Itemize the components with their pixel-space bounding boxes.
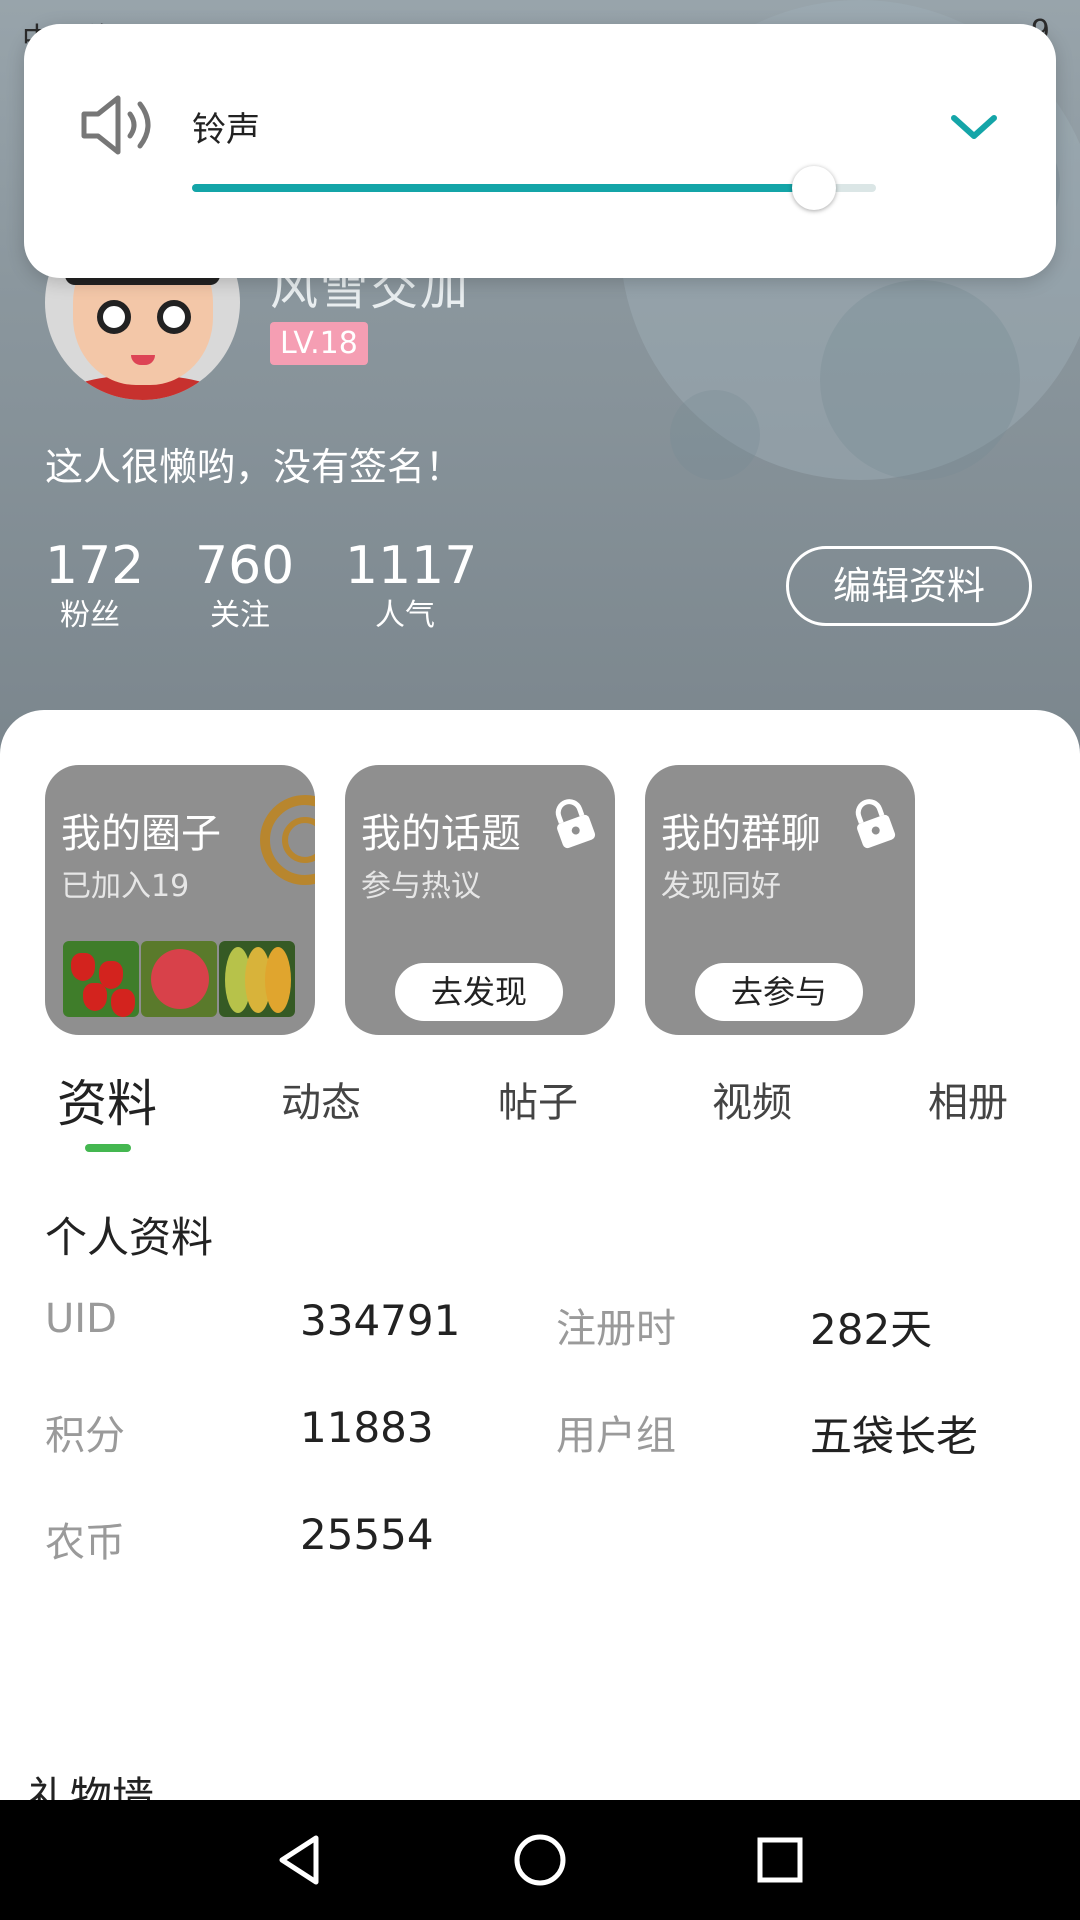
tab-albums[interactable]: 相册 xyxy=(928,1070,1008,1128)
circle-thumbnail-strawberry xyxy=(63,941,139,1017)
field-value-registered: 282天 xyxy=(810,1305,933,1354)
stat-fans-label: 粉丝 xyxy=(60,598,120,633)
volume-slider[interactable] xyxy=(192,166,876,210)
active-tab-indicator xyxy=(85,1144,131,1152)
field-value-user-group: 五袋长老 xyxy=(810,1412,979,1461)
back-icon[interactable] xyxy=(270,1830,330,1890)
tab-videos[interactable]: 视频 xyxy=(712,1070,792,1128)
card-title: 我的话题 xyxy=(361,811,521,857)
volume-panel: 铃声 xyxy=(24,24,1056,278)
card-my-circles[interactable]: 我的圈子 已加入19 xyxy=(45,765,315,1035)
field-label-uid: UID xyxy=(45,1296,117,1342)
chevron-down-icon[interactable] xyxy=(944,102,1004,152)
tab-activity[interactable]: 动态 xyxy=(281,1070,361,1128)
signature: 这人很懒哟，没有签名！ xyxy=(45,445,464,489)
participate-button[interactable]: 去参与 xyxy=(695,963,863,1021)
profile-tabs: 资料 动态 帖子 视频 相册 xyxy=(0,1070,1080,1150)
stat-fans[interactable]: 172 粉丝 xyxy=(45,536,145,636)
field-value-points: 11883 xyxy=(300,1403,434,1452)
card-title: 我的圈子 xyxy=(61,811,221,857)
stat-following[interactable]: 760 关注 xyxy=(195,536,295,636)
tab-info[interactable]: 资料 xyxy=(57,1064,157,1136)
edit-profile-button[interactable]: 编辑资料 xyxy=(786,546,1032,626)
field-label-coins: 农币 xyxy=(45,1520,125,1566)
speaker-icon[interactable] xyxy=(78,90,168,160)
circle-thumbnail-lychee xyxy=(141,941,217,1017)
field-value-uid: 334791 xyxy=(300,1296,461,1345)
stat-popularity-value: 1117 xyxy=(345,536,478,596)
field-value-coins: 25554 xyxy=(300,1510,434,1559)
card-my-group-chats[interactable]: 我的群聊 发现同好 去参与 xyxy=(645,765,915,1035)
field-label-registered: 注册时 xyxy=(556,1306,676,1352)
field-label-points: 积分 xyxy=(45,1413,125,1459)
stat-following-label: 关注 xyxy=(210,598,270,633)
card-subtitle: 已加入19 xyxy=(61,869,190,904)
stat-fans-value: 172 xyxy=(45,536,145,596)
stat-popularity[interactable]: 1117 人气 xyxy=(345,536,478,636)
lock-icon xyxy=(555,799,596,849)
recents-icon[interactable] xyxy=(750,1830,810,1890)
volume-slider-fill xyxy=(192,184,815,192)
circle-thumbnail-papaya xyxy=(219,941,295,1017)
tab-posts[interactable]: 帖子 xyxy=(498,1070,578,1128)
card-subtitle: 参与热议 xyxy=(361,869,481,904)
card-subtitle: 发现同好 xyxy=(661,869,781,904)
field-label-user-group: 用户组 xyxy=(556,1413,676,1459)
system-navigation-bar xyxy=(0,1800,1080,1920)
home-icon[interactable] xyxy=(510,1830,570,1890)
discover-button[interactable]: 去发现 xyxy=(395,963,563,1021)
stat-popularity-label: 人气 xyxy=(375,598,435,633)
stat-following-value: 760 xyxy=(195,536,295,596)
section-title-personal-info: 个人资料 xyxy=(45,1213,214,1262)
level-badge: LV.18 xyxy=(270,322,368,365)
volume-stream-label: 铃声 xyxy=(192,110,260,150)
card-title: 我的群聊 xyxy=(661,811,821,857)
volume-slider-thumb[interactable] xyxy=(792,166,837,210)
lock-icon xyxy=(855,799,896,849)
card-my-topics[interactable]: 我的话题 参与热议 去发现 xyxy=(345,765,615,1035)
circle-ring-icon xyxy=(260,795,315,885)
